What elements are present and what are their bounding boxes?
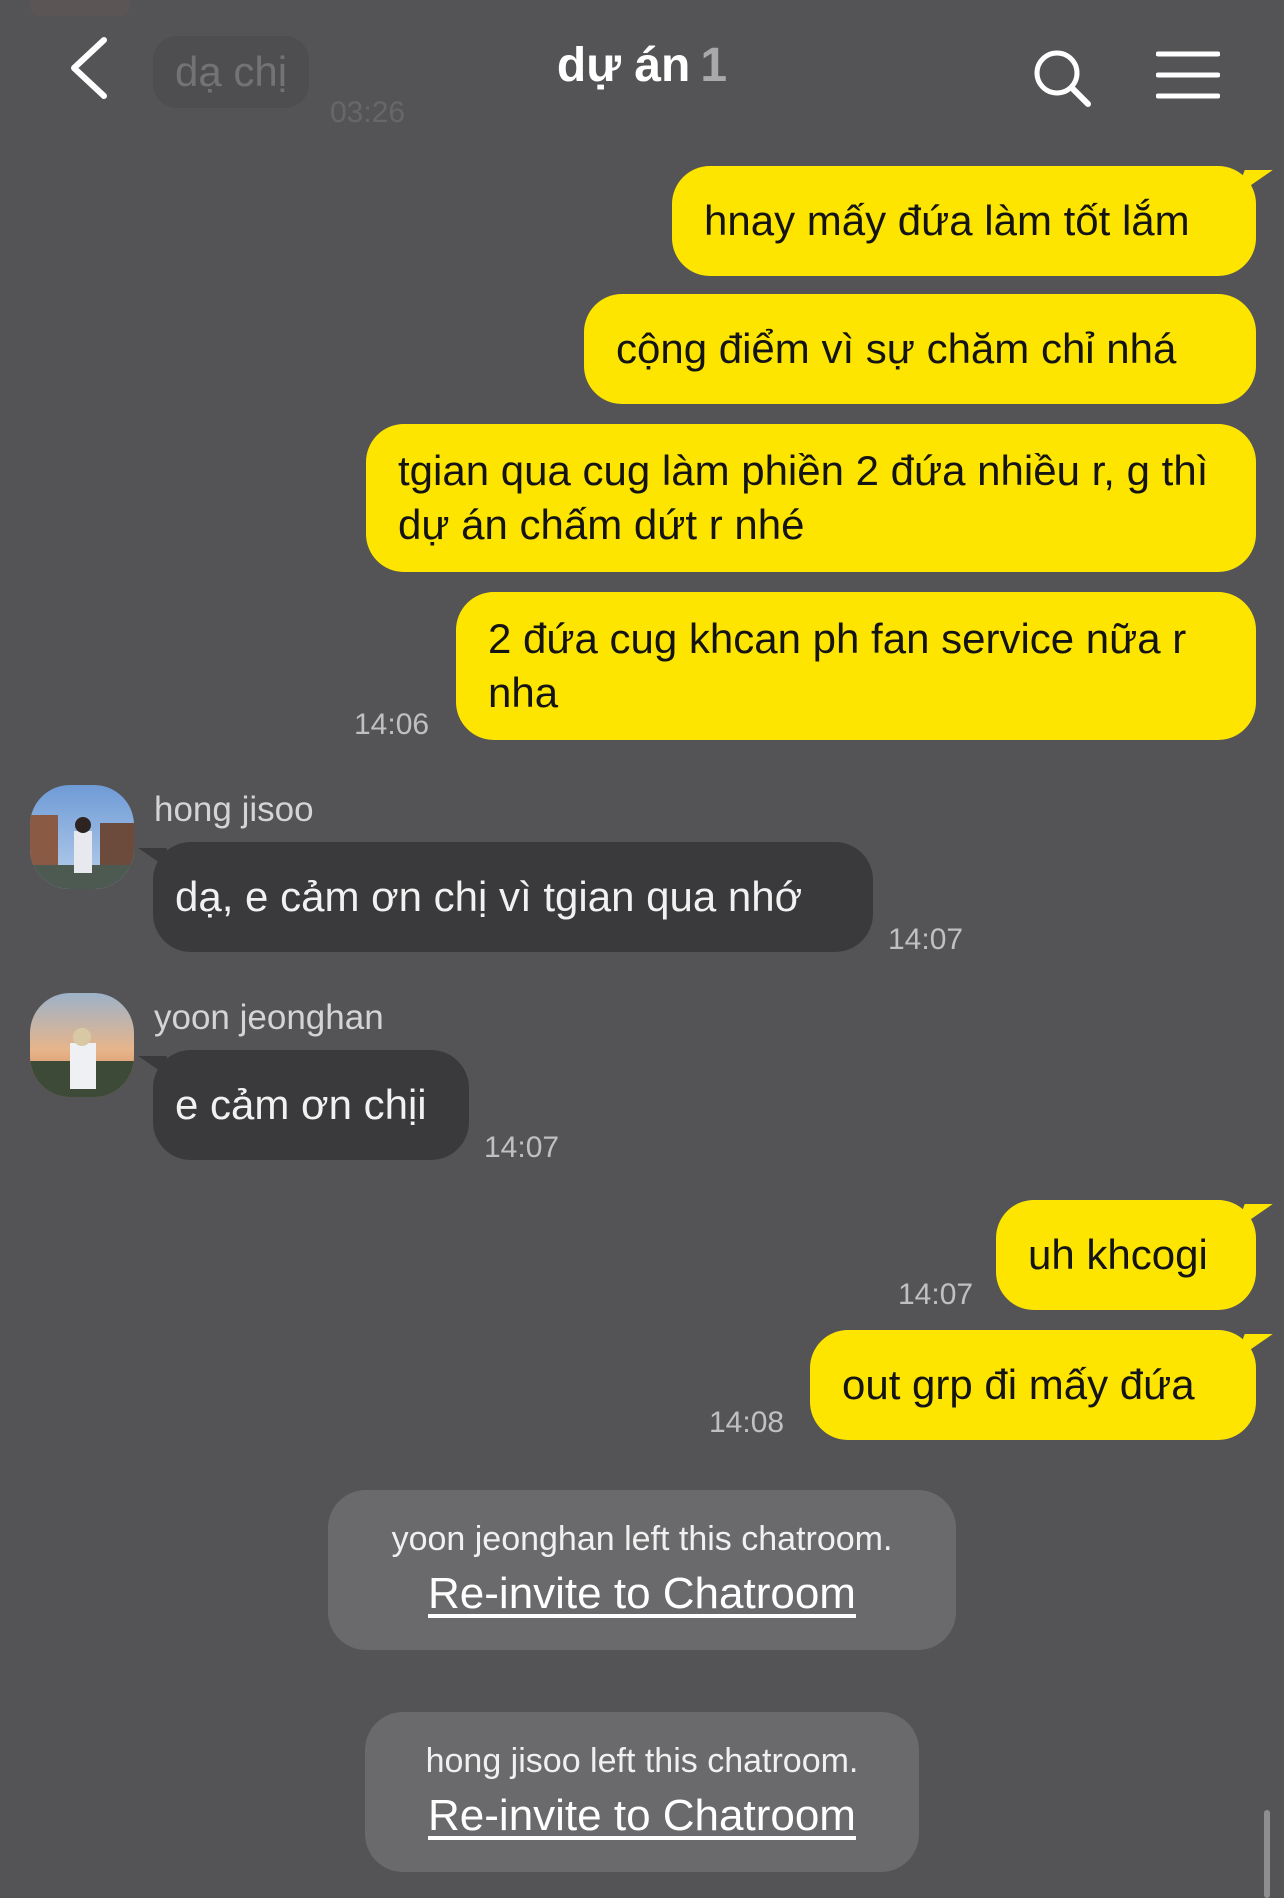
my-message-bubble[interactable]: uh khcogi bbox=[996, 1200, 1256, 1310]
chat-header: dự án 1 bbox=[0, 0, 1284, 140]
my-message-bubble[interactable]: out grp đi mấy đứa bbox=[810, 1330, 1256, 1440]
message-time: 14:07 bbox=[888, 923, 964, 956]
message-text: hnay mấy đứa làm tốt lắm bbox=[704, 197, 1190, 244]
chat-title-text: dự án bbox=[556, 39, 691, 92]
message-text: 2 đứa cug khcan ph fan service nữa r nha bbox=[488, 615, 1187, 716]
reinvite-link[interactable]: Re-invite to Chatroom bbox=[328, 1569, 956, 1619]
avatar-hong-jisoo[interactable] bbox=[30, 785, 134, 889]
message-text: e cảm ơn chịi bbox=[175, 1081, 427, 1128]
my-message-bubble[interactable]: cộng điểm vì sự chăm chỉ nhá bbox=[584, 294, 1256, 404]
scrollbar[interactable] bbox=[1264, 1810, 1270, 1898]
search-icon[interactable] bbox=[1032, 48, 1094, 110]
message-time: 14:08 bbox=[709, 1406, 785, 1439]
my-message-bubble[interactable]: tgian qua cug làm phiền 2 đứa nhiều r, g… bbox=[366, 424, 1256, 572]
message-text: cộng điểm vì sự chăm chỉ nhá bbox=[616, 325, 1177, 372]
reinvite-link[interactable]: Re-invite to Chatroom bbox=[365, 1791, 919, 1841]
member-count: 1 bbox=[700, 39, 728, 92]
left-chatroom-notice: hong jisoo left this chatroom. Re-invite… bbox=[365, 1712, 919, 1872]
message-time: 14:06 bbox=[354, 708, 430, 741]
sender-name: yoon jeonghan bbox=[154, 998, 384, 1037]
message-time: 14:07 bbox=[484, 1131, 560, 1164]
message-text: dạ, e cảm ơn chị vì tgian qua nhớ bbox=[175, 873, 803, 920]
notice-text: hong jisoo left this chatroom. bbox=[425, 1742, 859, 1780]
message-text: uh khcogi bbox=[1028, 1231, 1208, 1278]
sender-name: hong jisoo bbox=[154, 790, 314, 829]
other-message-bubble[interactable]: dạ, e cảm ơn chị vì tgian qua nhớ bbox=[153, 842, 873, 952]
message-text: out grp đi mấy đứa bbox=[842, 1361, 1195, 1408]
my-message-bubble[interactable]: hnay mấy đứa làm tốt lắm bbox=[672, 166, 1256, 276]
my-message-bubble[interactable]: 2 đứa cug khcan ph fan service nữa r nha bbox=[456, 592, 1256, 740]
avatar-yoon-jeonghan[interactable] bbox=[30, 993, 134, 1097]
message-text: tgian qua cug làm phiền 2 đứa nhiều r, g… bbox=[398, 447, 1209, 548]
notice-text: yoon jeonghan left this chatroom. bbox=[391, 1520, 893, 1558]
left-chatroom-notice: yoon jeonghan left this chatroom. Re-inv… bbox=[328, 1490, 956, 1650]
other-message-bubble[interactable]: e cảm ơn chịi bbox=[153, 1050, 469, 1160]
message-time: 14:07 bbox=[898, 1278, 974, 1311]
menu-icon[interactable] bbox=[1155, 50, 1221, 100]
